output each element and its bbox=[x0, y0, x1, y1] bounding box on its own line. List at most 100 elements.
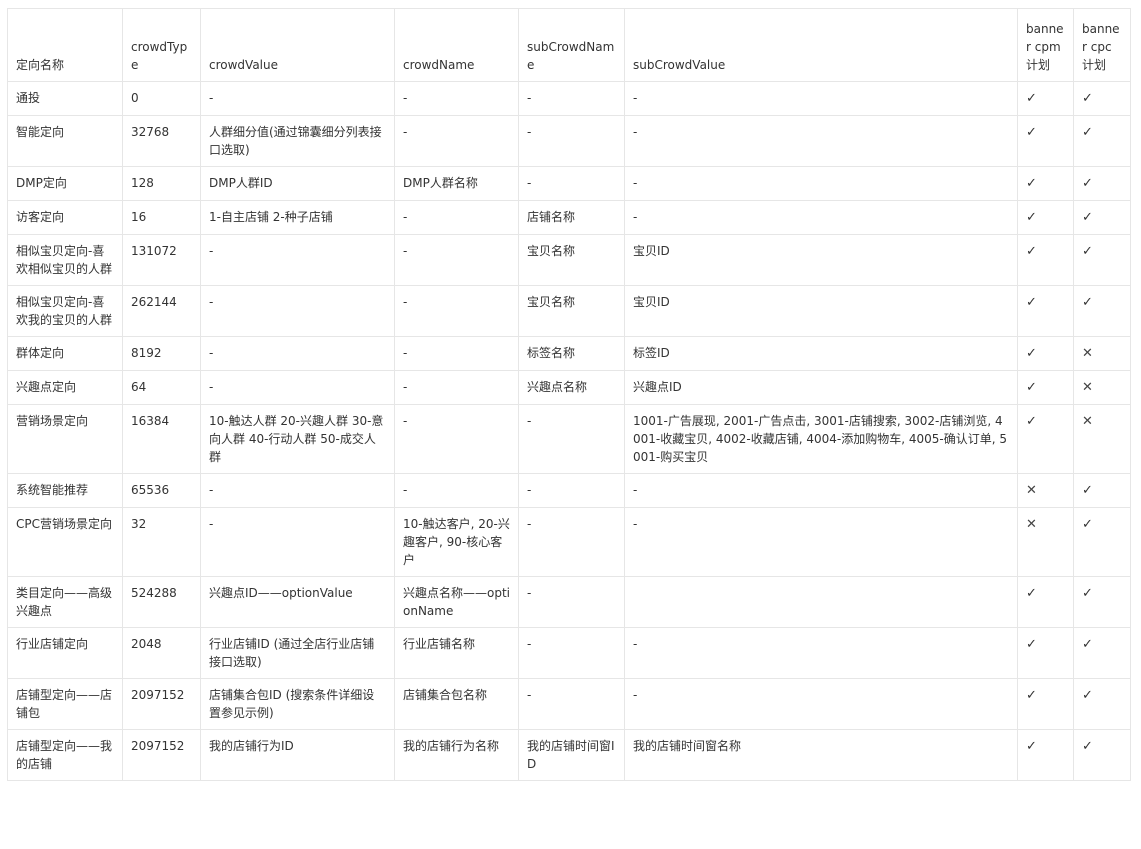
cell-banner-cpm: ✓ bbox=[1017, 576, 1074, 628]
check-icon: ✓ bbox=[1082, 517, 1093, 532]
cell-sub-crowd-name: - bbox=[518, 678, 625, 730]
cell-crowd-name: - bbox=[394, 285, 519, 337]
cell-sub-crowd-name: 宝贝名称 bbox=[518, 285, 625, 337]
table-row: 兴趣点定向 64- - 兴趣点名称 兴趣点ID ✓ ✕ bbox=[7, 370, 1131, 405]
cell-name: 类目定向——高级兴趣点 bbox=[7, 576, 123, 628]
header-banner-cpm: banner cpm计划 bbox=[1017, 8, 1074, 82]
cell-banner-cpc: ✕ bbox=[1073, 370, 1131, 405]
check-icon: ✓ bbox=[1082, 483, 1093, 498]
cell-sub-crowd-name: 兴趣点名称 bbox=[518, 370, 625, 405]
cell-crowd-type: 16384 bbox=[122, 404, 201, 474]
cell-banner-cpm: ✓ bbox=[1017, 81, 1074, 116]
cell-banner-cpc: ✓ bbox=[1073, 627, 1131, 679]
check-icon: ✓ bbox=[1026, 637, 1037, 652]
cell-sub-crowd-value bbox=[624, 576, 1018, 628]
cell-name: 店铺型定向——我的店铺 bbox=[7, 729, 123, 781]
cell-name: 系统智能推荐 bbox=[7, 473, 123, 508]
check-icon: ✓ bbox=[1026, 176, 1037, 191]
cell-sub-crowd-name: - bbox=[518, 507, 625, 577]
check-icon: ✓ bbox=[1082, 637, 1093, 652]
check-icon: ✓ bbox=[1082, 244, 1093, 259]
cell-crowd-value: - bbox=[200, 370, 395, 405]
cell-banner-cpm: ✓ bbox=[1017, 336, 1074, 371]
cell-crowd-value: 我的店铺行为ID bbox=[200, 729, 395, 781]
check-icon: ✓ bbox=[1026, 414, 1037, 429]
cell-sub-crowd-value: - bbox=[624, 200, 1018, 235]
cell-sub-crowd-name: 宝贝名称 bbox=[518, 234, 625, 286]
cell-crowd-type: 524288 bbox=[122, 576, 201, 628]
cell-sub-crowd-value: - bbox=[624, 678, 1018, 730]
cell-sub-crowd-name: - bbox=[518, 627, 625, 679]
check-icon: ✓ bbox=[1082, 125, 1093, 140]
cell-banner-cpc: ✓ bbox=[1073, 507, 1131, 577]
cell-crowd-value: 店铺集合包ID (搜索条件详细设置参见示例) bbox=[200, 678, 395, 730]
cell-crowd-name: - bbox=[394, 336, 519, 371]
cell-name: 行业店铺定向 bbox=[7, 627, 123, 679]
cell-sub-crowd-name: 我的店铺时间窗ID bbox=[518, 729, 625, 781]
cell-sub-crowd-value: - bbox=[624, 627, 1018, 679]
cell-crowd-name: - bbox=[394, 200, 519, 235]
cell-sub-crowd-value: - bbox=[624, 473, 1018, 508]
cell-banner-cpc: ✓ bbox=[1073, 115, 1131, 167]
table-row: 相似宝贝定向-喜欢我的宝贝的人群 262144- - 宝贝名称 宝贝ID ✓ ✓ bbox=[7, 285, 1131, 337]
cell-sub-crowd-name: - bbox=[518, 473, 625, 508]
cell-banner-cpc: ✓ bbox=[1073, 166, 1131, 201]
cell-crowd-name: 店铺集合包名称 bbox=[394, 678, 519, 730]
header-crowd-value: crowdValue bbox=[200, 8, 395, 82]
table-row: 系统智能推荐 65536- - - - ✕ ✓ bbox=[7, 473, 1131, 508]
cross-icon: ✕ bbox=[1026, 483, 1037, 498]
cell-name: DMP定向 bbox=[7, 166, 123, 201]
cell-crowd-type: 262144 bbox=[122, 285, 201, 337]
cell-crowd-value: - bbox=[200, 507, 395, 577]
cell-sub-crowd-value: 标签ID bbox=[624, 336, 1018, 371]
cell-sub-crowd-name: - bbox=[518, 576, 625, 628]
table-row: 类目定向——高级兴趣点 524288 兴趣点ID——optionValue 兴趣点名称… bbox=[7, 576, 1131, 628]
cell-sub-crowd-name: - bbox=[518, 81, 625, 116]
cell-sub-crowd-value: 我的店铺时间窗名称 bbox=[624, 729, 1018, 781]
cell-banner-cpm: ✓ bbox=[1017, 404, 1074, 474]
cell-name: 智能定向 bbox=[7, 115, 123, 167]
cell-banner-cpc: ✓ bbox=[1073, 473, 1131, 508]
table-row: 智能定向 32768 人群细分值(通过锦囊细分列表接口选取) - - - ✓ ✓ bbox=[7, 115, 1131, 167]
table-row: 相似宝贝定向-喜欢相似宝贝的人群 131072- - 宝贝名称 宝贝ID ✓ ✓ bbox=[7, 234, 1131, 286]
header-banner-cpc: banner cpc计划 bbox=[1073, 8, 1131, 82]
cell-banner-cpm: ✓ bbox=[1017, 627, 1074, 679]
cell-name: 通投 bbox=[7, 81, 123, 116]
table-row: 行业店铺定向 2048 行业店铺ID (通过全店行业店铺接口选取) 行业店铺名称 - - ✓… bbox=[7, 627, 1131, 679]
cell-sub-crowd-name: 标签名称 bbox=[518, 336, 625, 371]
cell-sub-crowd-value: 宝贝ID bbox=[624, 234, 1018, 286]
cell-banner-cpm: ✓ bbox=[1017, 285, 1074, 337]
cell-crowd-name: 10-触达客户, 20-兴趣客户, 90-核心客户 bbox=[394, 507, 519, 577]
check-icon: ✓ bbox=[1026, 346, 1037, 361]
cell-crowd-value: - bbox=[200, 285, 395, 337]
cell-crowd-name: - bbox=[394, 81, 519, 116]
check-icon: ✓ bbox=[1082, 586, 1093, 601]
cross-icon: ✕ bbox=[1082, 414, 1093, 429]
cell-crowd-type: 128 bbox=[122, 166, 201, 201]
cell-crowd-type: 64 bbox=[122, 370, 201, 405]
cell-crowd-type: 131072 bbox=[122, 234, 201, 286]
check-icon: ✓ bbox=[1082, 91, 1093, 106]
check-icon: ✓ bbox=[1026, 688, 1037, 703]
cell-banner-cpm: ✓ bbox=[1017, 166, 1074, 201]
cell-crowd-name: 我的店铺行为名称 bbox=[394, 729, 519, 781]
cell-banner-cpc: ✓ bbox=[1073, 576, 1131, 628]
cell-banner-cpm: ✓ bbox=[1017, 370, 1074, 405]
table-row: 通投 0- - - - ✓ ✓ bbox=[7, 81, 1131, 116]
cell-crowd-type: 16 bbox=[122, 200, 201, 235]
cell-banner-cpm: ✕ bbox=[1017, 507, 1074, 577]
cell-crowd-value: 行业店铺ID (通过全店行业店铺接口选取) bbox=[200, 627, 395, 679]
check-icon: ✓ bbox=[1082, 210, 1093, 225]
cell-crowd-type: 0 bbox=[122, 81, 201, 116]
cell-name: 群体定向 bbox=[7, 336, 123, 371]
cell-banner-cpc: ✓ bbox=[1073, 729, 1131, 781]
cell-crowd-value: - bbox=[200, 234, 395, 286]
header-name: 定向名称 bbox=[7, 8, 123, 82]
cell-banner-cpm: ✓ bbox=[1017, 678, 1074, 730]
cell-crowd-name: - bbox=[394, 234, 519, 286]
targeting-table: 定向名称 crowdType crowdValue crowdName subC… bbox=[7, 8, 1131, 781]
cell-crowd-value: - bbox=[200, 473, 395, 508]
cell-crowd-name: - bbox=[394, 370, 519, 405]
cell-banner-cpm: ✓ bbox=[1017, 234, 1074, 286]
cell-banner-cpc: ✓ bbox=[1073, 234, 1131, 286]
